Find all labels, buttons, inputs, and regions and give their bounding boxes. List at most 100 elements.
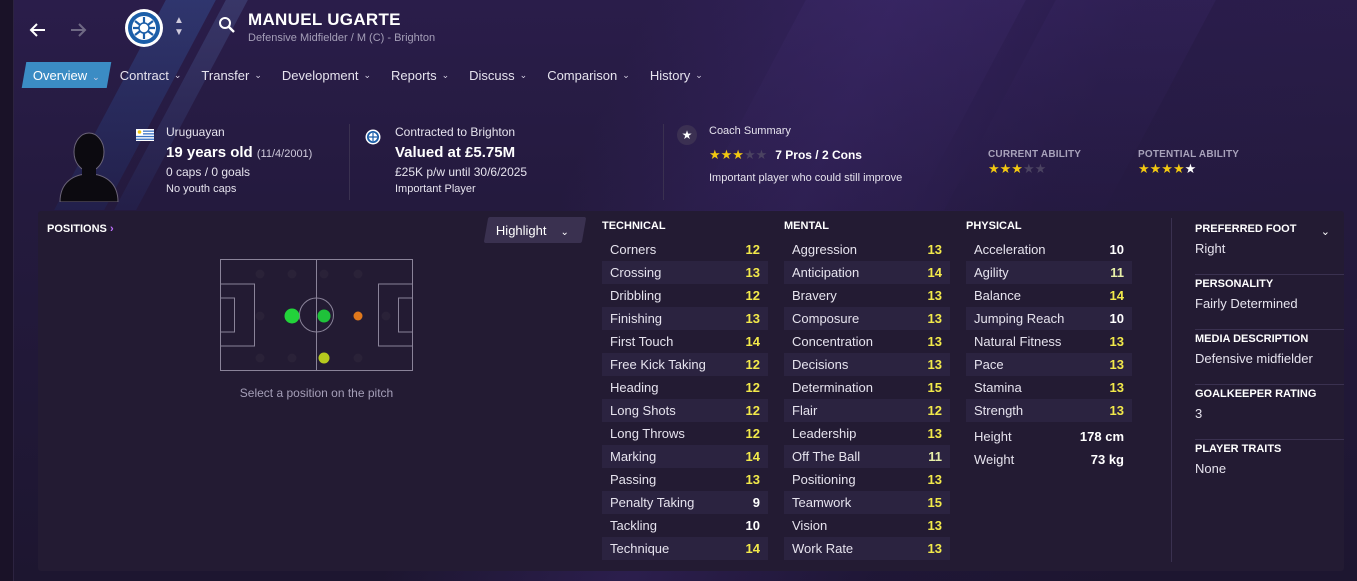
- coach-summary[interactable]: Coach Summary ★★★★★ 7 Pros / 2 Cons Impo…: [709, 125, 902, 184]
- club-crest-icon[interactable]: [124, 5, 164, 51]
- uruguay-flag-icon: [136, 129, 154, 141]
- height-row: Height 178 cm: [974, 429, 1124, 444]
- attribute-row[interactable]: Passing 13: [602, 468, 768, 491]
- attribute-row[interactable]: Technique 14: [602, 537, 768, 560]
- attribute-row[interactable]: Bravery 13: [784, 284, 950, 307]
- media-description: MEDIA DESCRIPTION Defensive midfielder: [1195, 330, 1344, 385]
- club-badge-icon: [365, 129, 381, 145]
- technical-header: TECHNICAL: [602, 220, 666, 232]
- player-details-sidebar: PREFERRED FOOT Right ⌄ PERSONALITY Fairl…: [1195, 220, 1345, 495]
- attribute-row[interactable]: Decisions 13: [784, 353, 950, 376]
- attribute-row[interactable]: Crossing 13: [602, 261, 768, 284]
- current-ability: CURRENT ABILITY ★★★★★: [988, 149, 1082, 176]
- attribute-row[interactable]: Determination 15: [784, 376, 950, 399]
- personal-info: Uruguayan 19 years old (11/4/2001) 0 cap…: [166, 125, 312, 195]
- attribute-row[interactable]: Positioning 13: [784, 468, 950, 491]
- tab-transfer[interactable]: Transfer ⌄: [192, 62, 270, 88]
- attribute-row[interactable]: Pace 13: [966, 353, 1132, 376]
- preferred-foot[interactable]: PREFERRED FOOT Right ⌄: [1195, 220, 1344, 275]
- tab-development[interactable]: Development ⌄: [273, 62, 380, 88]
- attribute-row[interactable]: Dribbling 12: [602, 284, 768, 307]
- physical-column: PHYSICAL Acceleration 10 Agility 11 Balanc…: [966, 220, 1132, 471]
- player-avatar: [59, 132, 119, 202]
- attribute-row[interactable]: Agility 11: [966, 261, 1132, 284]
- attribute-row[interactable]: Natural Fitness 13: [966, 330, 1132, 353]
- attribute-row[interactable]: Composure 13: [784, 307, 950, 330]
- chevron-down-icon: ⌄: [560, 226, 569, 238]
- position-dot-amc[interactable]: [353, 311, 363, 321]
- attribute-row[interactable]: Stamina 13: [966, 376, 1132, 399]
- attribute-row[interactable]: Work Rate 13: [784, 537, 950, 560]
- chevron-down-icon: ⌄: [695, 69, 703, 80]
- nationality: Uruguayan: [166, 125, 225, 139]
- tab-overview[interactable]: Overview ⌄: [21, 62, 112, 88]
- position-dot-mc[interactable]: [317, 309, 331, 323]
- youth-caps: No youth caps: [166, 183, 237, 195]
- highlight-dropdown[interactable]: Highlight ⌄: [483, 217, 587, 243]
- attribute-row[interactable]: First Touch 14: [602, 330, 768, 353]
- attribute-row[interactable]: Heading 12: [602, 376, 768, 399]
- attribute-row[interactable]: Strength 13: [966, 399, 1132, 422]
- attribute-row[interactable]: Corners 12: [602, 238, 768, 261]
- attribute-row[interactable]: Jumping Reach 10: [966, 307, 1132, 330]
- divider: [349, 124, 350, 200]
- attribute-row[interactable]: Finishing 13: [602, 307, 768, 330]
- tab-contract[interactable]: Contract ⌄: [111, 62, 191, 88]
- position-dot-mc-low[interactable]: [318, 352, 330, 364]
- search-icon[interactable]: [218, 16, 236, 34]
- personality: PERSONALITY Fairly Determined: [1195, 275, 1344, 330]
- positions-header[interactable]: POSITIONS ›: [47, 223, 114, 235]
- attribute-row[interactable]: Off The Ball 11: [784, 445, 950, 468]
- back-arrow-icon[interactable]: [24, 16, 52, 44]
- coach-summary-title: Coach Summary: [709, 125, 791, 137]
- chevron-down-icon: ⌄: [92, 71, 100, 82]
- attribute-row[interactable]: Concentration 13: [784, 330, 950, 353]
- chevron-right-icon: ›: [109, 223, 114, 235]
- attribute-row[interactable]: Teamwork 15: [784, 491, 950, 514]
- contract-status: Contracted to Brighton: [395, 125, 516, 139]
- attribute-row[interactable]: Leadership 13: [784, 422, 950, 445]
- chevron-down-icon[interactable]: ⌄: [1321, 225, 1330, 238]
- attribute-row[interactable]: Acceleration 10: [966, 238, 1132, 261]
- attribute-row[interactable]: Tackling 10: [602, 514, 768, 537]
- player-name: MANUEL UGARTE: [248, 10, 401, 29]
- attribute-row[interactable]: Penalty Taking 9: [602, 491, 768, 514]
- date-of-birth: (11/4/2001): [256, 148, 313, 160]
- potential-ability-stars: ★★★★★: [1138, 161, 1197, 176]
- physical-header: PHYSICAL: [966, 220, 1022, 232]
- tab-reports[interactable]: Reports ⌄: [382, 62, 458, 88]
- chevron-down-icon: ⌄: [363, 69, 372, 80]
- attribute-row[interactable]: Marking 14: [602, 445, 768, 468]
- technical-column: TECHNICAL Corners 12 Crossing 13 Dribbling…: [602, 220, 768, 560]
- positions-pitch[interactable]: [220, 259, 413, 371]
- chevron-down-icon: ⌄: [519, 69, 528, 80]
- tab-history[interactable]: History ⌄: [641, 62, 712, 88]
- star-icon: ★: [677, 125, 697, 145]
- attribute-row[interactable]: Vision 13: [784, 514, 950, 537]
- divider: [663, 124, 664, 200]
- position-dot-dm[interactable]: [284, 308, 300, 324]
- mental-header: MENTAL: [784, 220, 830, 232]
- attribute-row[interactable]: Balance 14: [966, 284, 1132, 307]
- forward-arrow-icon[interactable]: [64, 16, 92, 44]
- left-edge-bar: [0, 0, 14, 581]
- club-switch-icon[interactable]: ▲ ▼: [174, 15, 184, 39]
- player-position-subtitle: Defensive Midfielder / M (C) - Brighton: [248, 32, 436, 44]
- chevron-down-icon: ⌄: [254, 69, 262, 80]
- weight-row: Weight 73 kg: [974, 452, 1124, 467]
- attribute-row[interactable]: Long Throws 12: [602, 422, 768, 445]
- coach-rating-stars: ★★★★★: [709, 147, 768, 162]
- divider: [1171, 218, 1172, 562]
- attribute-row[interactable]: Anticipation 14: [784, 261, 950, 284]
- attribute-row[interactable]: Long Shots 12: [602, 399, 768, 422]
- mental-column: MENTAL Aggression 13 Anticipation 14 Brave…: [784, 220, 950, 560]
- player-value: Valued at £5.75M: [395, 144, 516, 161]
- top-nav: [24, 10, 92, 50]
- attribute-row[interactable]: Aggression 13: [784, 238, 950, 261]
- attribute-row[interactable]: Free Kick Taking 12: [602, 353, 768, 376]
- age: 19 years old (11/4/2001): [166, 144, 313, 161]
- attribute-row[interactable]: Flair 12: [784, 399, 950, 422]
- tab-comparison[interactable]: Comparison ⌄: [538, 62, 639, 88]
- player-traits: PLAYER TRAITS None: [1195, 443, 1282, 476]
- tab-discuss[interactable]: Discuss ⌄: [460, 62, 536, 88]
